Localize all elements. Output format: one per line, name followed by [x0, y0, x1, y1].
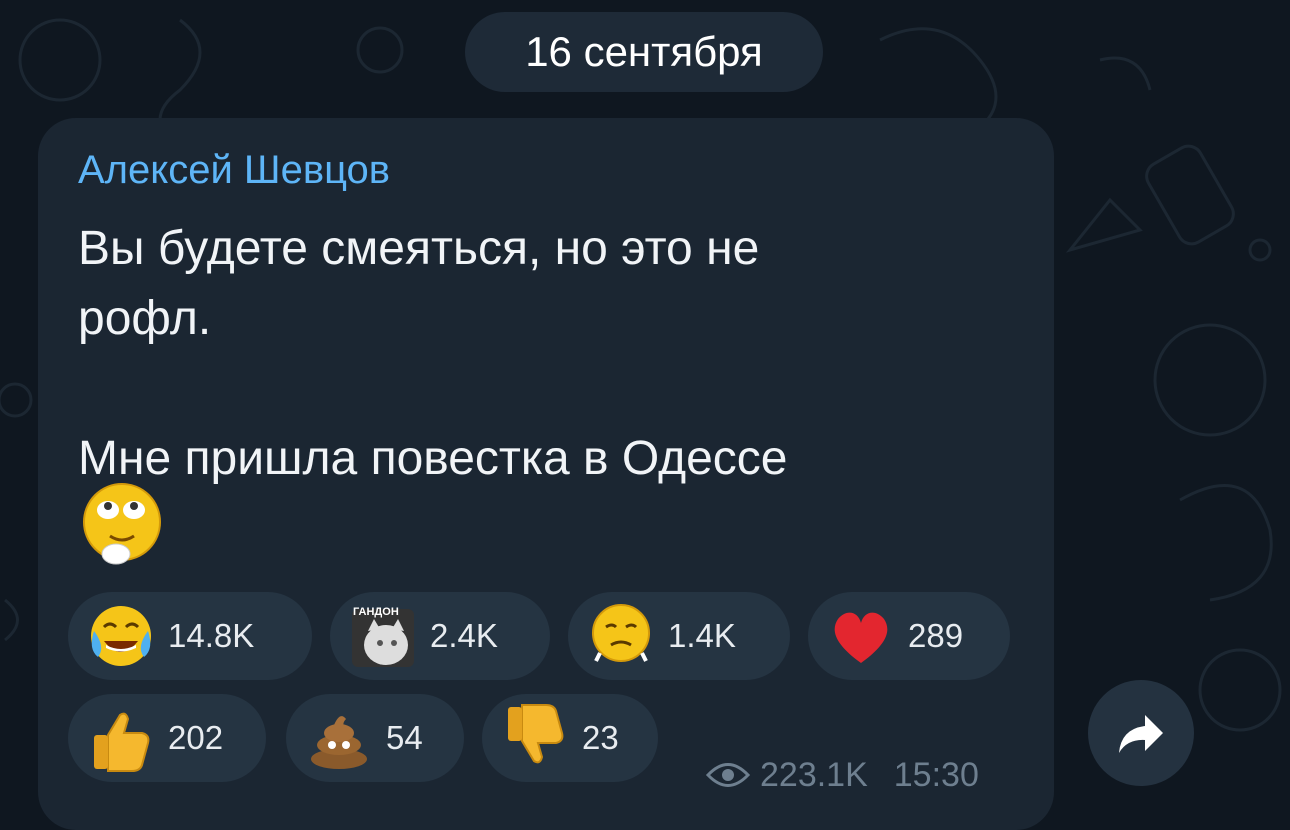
heart-emoji: [826, 601, 896, 671]
smiling-eyes-up-emoji: [78, 480, 166, 570]
message-time: 15:30: [893, 755, 979, 794]
message-text: Вы будете смеяться, но это не рофл. Мне …: [78, 214, 1018, 494]
reaction-sad-face[interactable]: 1.4K: [568, 592, 790, 680]
reaction-poop[interactable]: 54: [286, 694, 464, 782]
share-arrow-icon: [1119, 715, 1163, 753]
reaction-heart[interactable]: 289: [808, 592, 1010, 680]
tears-of-joy-emoji: [86, 601, 156, 671]
sticker-caption: ГАНДОН: [353, 606, 399, 618]
eye-icon: [706, 763, 750, 787]
thumbs-up-emoji: [86, 703, 156, 773]
message-line: Вы будете смеяться, но это не: [78, 222, 760, 275]
reaction-count: 23: [582, 719, 619, 756]
message-line: [78, 354, 1018, 424]
sad-face-emoji: [586, 601, 656, 671]
poop-emoji: [304, 703, 374, 773]
message-line: Мне пришла повестка в Одессе: [78, 432, 788, 485]
sender-name[interactable]: Алексей Шевцов: [78, 148, 390, 193]
reaction-thumbs-up[interactable]: 202: [68, 694, 266, 782]
reaction-count: 202: [168, 719, 224, 756]
view-count: 223.1K: [760, 755, 868, 794]
reaction-count: 54: [386, 719, 423, 756]
reaction-count: 289: [908, 617, 964, 654]
thumbs-down-emoji: [500, 703, 570, 773]
message-meta: 223.1K 15:30: [706, 750, 1056, 800]
date-separator: 16 сентября: [465, 12, 823, 92]
reaction-cat-sticker[interactable]: ГАНДОН 2.4K: [330, 592, 550, 680]
message-line: рофл.: [78, 292, 212, 345]
cat-sticker-emoji: ГАНДОН: [348, 601, 418, 671]
share-button[interactable]: [1088, 680, 1194, 786]
reaction-tears-of-joy[interactable]: 14.8K: [68, 592, 312, 680]
reaction-count: 1.4K: [668, 617, 736, 654]
reaction-count: 14.8K: [168, 617, 255, 654]
reaction-thumbs-down[interactable]: 23: [482, 694, 658, 782]
reaction-count: 2.4K: [430, 617, 498, 654]
message-bubble[interactable]: Алексей Шевцов Вы будете смеяться, но эт…: [38, 118, 1054, 830]
